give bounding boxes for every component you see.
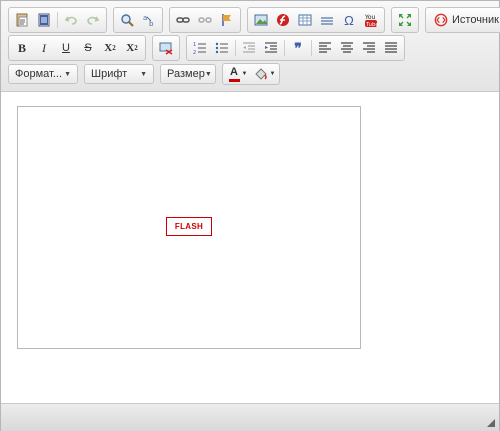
separator [284, 40, 285, 56]
subscript-button[interactable]: X2 [99, 38, 121, 58]
maximize-group [391, 7, 419, 33]
separator [57, 12, 58, 28]
svg-text:You: You [364, 14, 376, 21]
superscript-button[interactable]: X2 [121, 38, 143, 58]
toolbar-row-2: B I U S X2 X2 12 ❞ [8, 35, 411, 61]
align-left-icon[interactable] [314, 38, 336, 58]
italic-button[interactable]: I [33, 38, 55, 58]
unlink-icon[interactable] [194, 10, 216, 30]
copy-format-group [152, 35, 180, 61]
chevron-down-icon: ▼ [204, 70, 212, 78]
find-icon[interactable] [116, 10, 138, 30]
link-icon[interactable] [172, 10, 194, 30]
toolbar-row-1: ab Ω You Tube Источник [8, 7, 500, 33]
superscript-mark: 2 [134, 44, 138, 52]
basic-styles-group: B I U S X2 X2 [8, 35, 146, 61]
align-center-icon[interactable] [336, 38, 358, 58]
source-button[interactable]: Источник [428, 10, 500, 30]
image-icon[interactable] [250, 10, 272, 30]
text-color-bar [228, 78, 240, 82]
chevron-down-icon: ▼ [241, 71, 248, 77]
paint-bucket-icon [254, 68, 267, 80]
flash-icon[interactable] [272, 10, 294, 30]
maximize-icon[interactable] [394, 10, 416, 30]
resize-handle-icon[interactable] [487, 419, 495, 427]
superscript-x: X [126, 42, 135, 54]
flash-label: FLASH [166, 217, 212, 236]
format-dropdown-label: Формат... [15, 68, 63, 80]
subscript-mark: 2 [112, 44, 116, 52]
insert-group: Ω You Tube [247, 7, 385, 33]
toolbar-row-3: Формат... ▼ Шрифт ▼ Размер ▼ A ▼ ▼ [8, 61, 286, 87]
subscript-x: X [104, 42, 113, 54]
align-right-icon[interactable] [358, 38, 380, 58]
indent-icon[interactable] [260, 38, 282, 58]
bold-button[interactable]: B [11, 38, 33, 58]
table-icon[interactable] [294, 10, 316, 30]
editor-toolbar: ab Ω You Tube Источник B I U S X 2 X 2 1… [1, 1, 500, 92]
separator [235, 40, 236, 56]
outdent-icon[interactable] [238, 38, 260, 58]
background-color-button[interactable]: ▼ [251, 64, 277, 84]
replace-icon[interactable]: ab [138, 10, 160, 30]
editor-statusbar [1, 403, 499, 431]
document-group [8, 7, 107, 33]
find-group: ab [113, 7, 163, 33]
chevron-down-icon: ▼ [140, 70, 147, 78]
numbered-list-icon[interactable]: 12 [189, 38, 211, 58]
font-dropdown-label: Шрифт [91, 68, 128, 80]
link-group [169, 7, 241, 33]
svg-text:b: b [149, 20, 154, 28]
text-color-button[interactable]: A ▼ [225, 64, 251, 84]
editor-content-area[interactable]: FLASH [1, 92, 499, 403]
strikethrough-button[interactable]: S [77, 38, 99, 58]
horizontal-rule-icon[interactable] [316, 10, 338, 30]
special-char-icon[interactable]: Ω [338, 10, 360, 30]
size-dropdown[interactable]: Размер ▼ [160, 64, 216, 84]
chevron-down-icon: ▼ [269, 71, 276, 77]
paste-text-icon[interactable] [11, 10, 33, 30]
anchor-flag-icon[interactable] [216, 10, 238, 30]
paste-word-icon[interactable] [33, 10, 55, 30]
svg-text:1: 1 [193, 42, 196, 48]
blockquote-button[interactable]: ❞ [287, 38, 309, 58]
underline-button[interactable]: U [55, 38, 77, 58]
source-icon [434, 13, 448, 27]
chevron-down-icon: ▼ [64, 70, 71, 78]
remove-format-icon[interactable] [155, 38, 177, 58]
flash-embed-placeholder[interactable]: FLASH [17, 106, 361, 349]
align-justify-icon[interactable] [380, 38, 402, 58]
font-dropdown[interactable]: Шрифт ▼ [84, 64, 154, 84]
size-dropdown-label: Размер [167, 68, 205, 80]
svg-text:Tube: Tube [365, 22, 379, 28]
svg-text:a: a [143, 14, 147, 22]
bulleted-list-icon[interactable] [211, 38, 233, 58]
svg-text:2: 2 [193, 50, 196, 56]
source-label: Источник [452, 14, 499, 26]
list-indent-group: 12 ❞ [186, 35, 405, 61]
redo-icon[interactable] [82, 10, 104, 30]
rich-text-editor: ab Ω You Tube Источник B I U S X 2 X 2 1… [0, 0, 500, 431]
separator [311, 40, 312, 56]
format-dropdown[interactable]: Формат... ▼ [8, 64, 78, 84]
undo-icon[interactable] [60, 10, 82, 30]
youtube-icon[interactable]: You Tube [360, 10, 382, 30]
colors-group: A ▼ ▼ [222, 63, 280, 85]
text-color-label: A [230, 65, 238, 78]
source-group: Источник [425, 7, 500, 33]
